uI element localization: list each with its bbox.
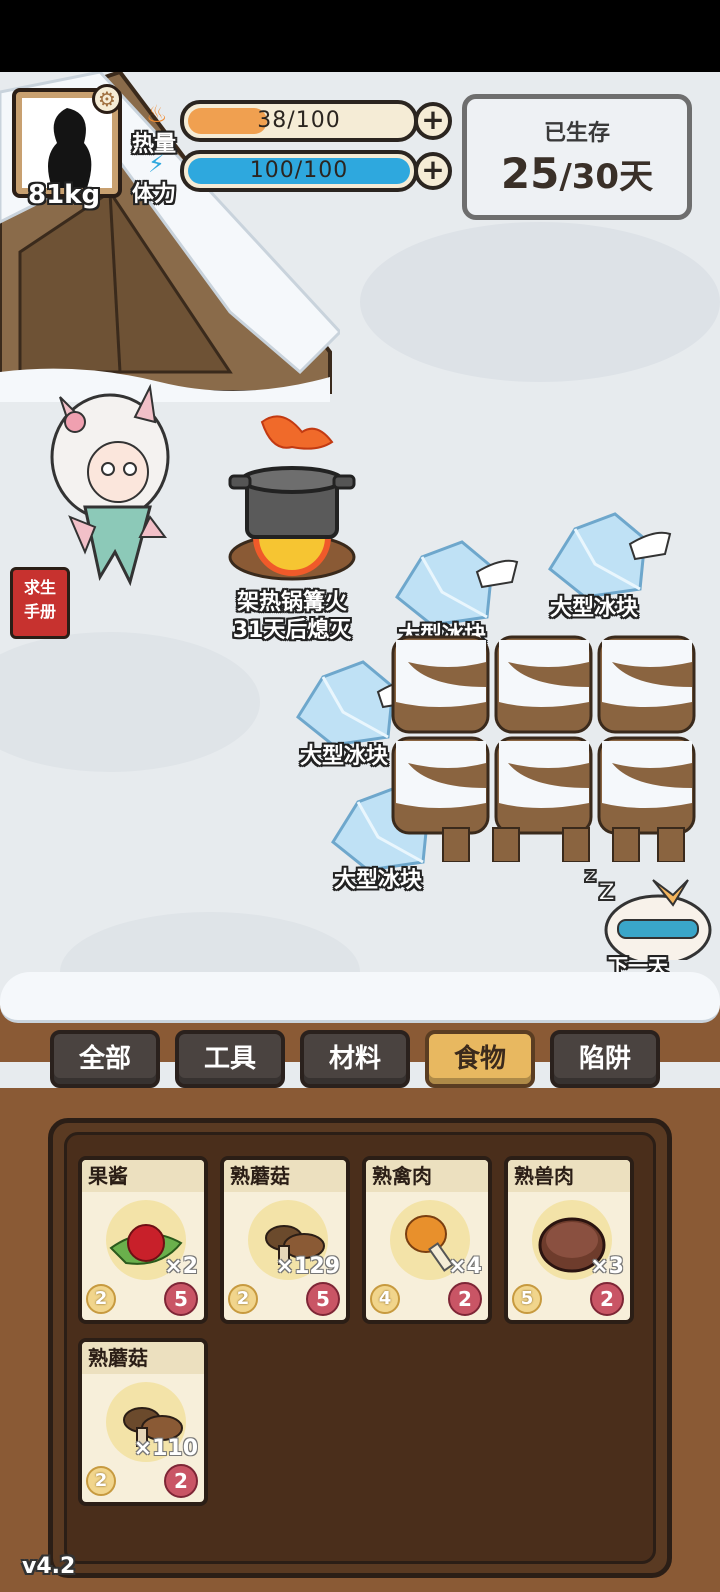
ice-block-1[interactable]: [392, 537, 522, 627]
item-name: 熟蘑菇: [224, 1160, 346, 1192]
inventory-item-cooked-mushroom-2[interactable]: 熟蘑菇 ×110 2 2: [78, 1338, 208, 1506]
stamina-bar: 100/100: [180, 150, 418, 192]
campfire-status: 31天后熄灭: [232, 618, 352, 643]
tab-tools[interactable]: 工具: [175, 1030, 285, 1088]
player-weight: 81kg: [28, 180, 101, 210]
item-count: ×2: [164, 1254, 198, 1279]
ice-block-3-label: 大型冰块: [299, 744, 388, 769]
inventory-item-cooked-meat[interactable]: 熟兽肉 ×3 5 2: [504, 1156, 634, 1324]
item-stat-heat: 2: [86, 1466, 116, 1496]
player-character[interactable]: [40, 377, 175, 587]
svg-text:Z: Z: [598, 878, 615, 906]
snow-drift: [0, 632, 260, 772]
item-stat-stamina: 2: [590, 1282, 624, 1316]
ice-block-4-label: 大型冰块: [333, 868, 422, 893]
item-stat-heat: 2: [228, 1284, 258, 1314]
snow-drift: [360, 222, 720, 382]
handbook-label-line2: 手册: [23, 602, 56, 621]
item-stat-stamina: 2: [448, 1282, 482, 1316]
item-stat-heat: 4: [370, 1284, 400, 1314]
heat-bar: 38/100: [180, 100, 418, 142]
item-count: ×129: [275, 1254, 340, 1279]
item-stat-heat: 5: [512, 1284, 542, 1314]
item-name: 果酱: [82, 1160, 204, 1192]
inventory-item-cooked-mushroom[interactable]: 熟蘑菇 ×129 2 5: [220, 1156, 350, 1324]
item-stat-stamina: 5: [164, 1282, 198, 1316]
stamina-label: 体力: [132, 182, 177, 207]
survival-days-panel: 已生存 25/30天: [462, 94, 692, 220]
item-name: 熟蘑菇: [82, 1342, 204, 1374]
svg-text:z: z: [584, 863, 597, 888]
inventory-item-jam[interactable]: 果酱 ×2 2 5: [78, 1156, 208, 1324]
next-day-character[interactable]: z Z: [578, 860, 720, 960]
ice-block-2[interactable]: [545, 509, 675, 599]
survival-total: /30天: [559, 157, 654, 197]
stamina-value: 100/100: [249, 158, 349, 183]
survival-label: 已生存: [543, 121, 610, 146]
item-count: ×3: [590, 1254, 624, 1279]
stamina-lightning-icon: ⚡: [148, 150, 165, 178]
system-status-bar: [0, 0, 720, 72]
inventory-item-cooked-poultry[interactable]: 熟禽肉 ×4 4 2: [362, 1156, 492, 1324]
heat-value: 38/100: [257, 108, 341, 133]
tab-materials[interactable]: 材料: [300, 1030, 410, 1088]
item-stat-heat: 2: [86, 1284, 116, 1314]
item-name: 熟兽肉: [508, 1160, 630, 1192]
tab-all[interactable]: 全部: [50, 1030, 160, 1088]
settings-gear-icon[interactable]: ⚙: [92, 84, 122, 114]
tab-food[interactable]: 食物: [425, 1030, 535, 1088]
item-stat-stamina: 2: [164, 1464, 198, 1498]
farm-plots[interactable]: [388, 632, 708, 862]
heat-flame-icon: ♨: [146, 100, 168, 128]
tab-traps[interactable]: 陷阱: [550, 1030, 660, 1088]
heat-add-button[interactable]: +: [414, 102, 452, 140]
stamina-add-button[interactable]: +: [414, 152, 452, 190]
item-name: 熟禽肉: [366, 1160, 488, 1192]
item-stat-stamina: 5: [306, 1282, 340, 1316]
ice-block-2-label: 大型冰块: [549, 596, 638, 621]
handbook-label-line1: 求生: [23, 578, 56, 597]
survival-days: 25: [500, 149, 560, 198]
survival-handbook-button[interactable]: 求生 手册: [10, 567, 70, 639]
item-count: ×110: [133, 1436, 198, 1461]
campfire-pot[interactable]: [222, 412, 362, 587]
item-count: ×4: [448, 1254, 482, 1279]
version-label: v4.2: [22, 1554, 76, 1579]
